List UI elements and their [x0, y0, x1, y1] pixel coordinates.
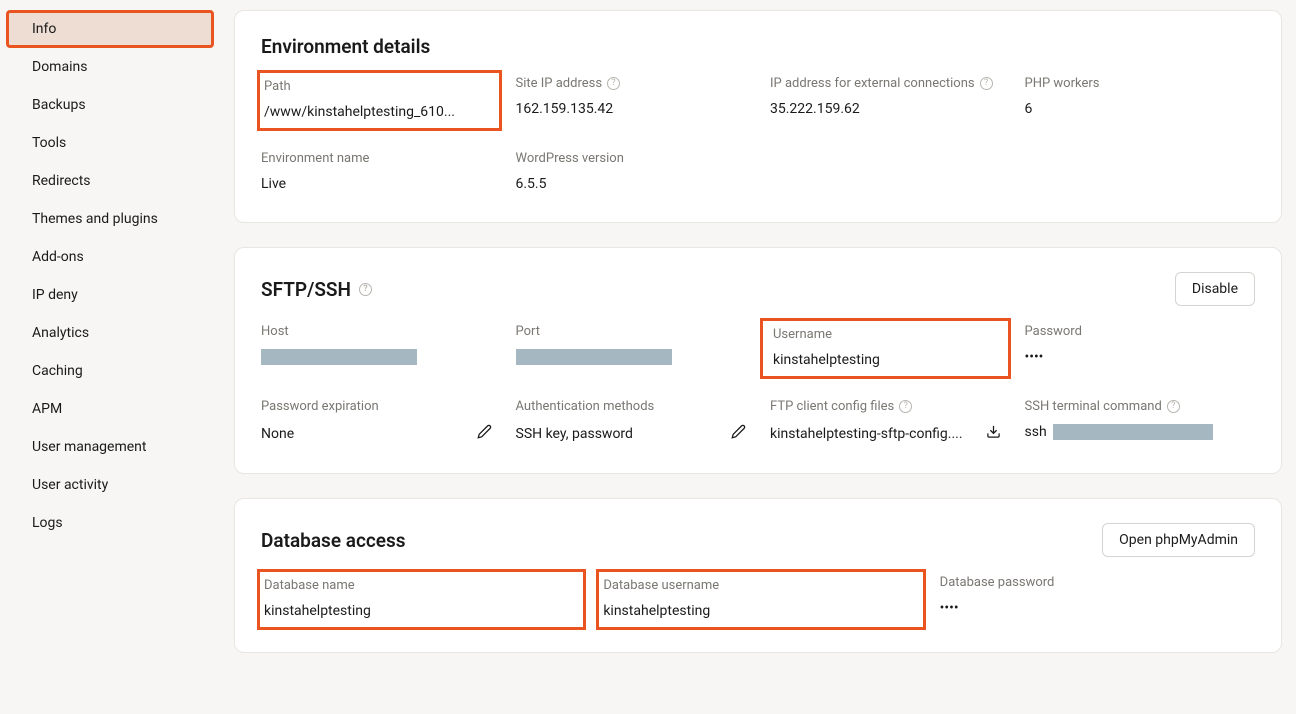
expiry-value: None: [261, 426, 294, 442]
main-content: Environment details Path /www/kinstahelp…: [220, 0, 1296, 714]
help-icon[interactable]: [980, 77, 993, 90]
env-name-label: Environment name: [261, 151, 492, 166]
open-phpmyadmin-button[interactable]: Open phpMyAdmin: [1102, 523, 1255, 557]
help-icon[interactable]: [899, 400, 912, 413]
port-label: Port: [516, 324, 747, 339]
path-label: Path: [264, 79, 489, 94]
field-php: PHP workers 6: [1025, 76, 1256, 123]
field-ssh-cmd: SSH terminal command ssh: [1025, 399, 1256, 443]
sidebar-item-analytics[interactable]: Analytics: [6, 314, 214, 352]
host-label: Host: [261, 324, 492, 339]
site-ip-value: 162.159.135.42: [516, 101, 747, 117]
help-icon[interactable]: [607, 77, 620, 90]
field-expiry: Password expiration None: [261, 399, 492, 443]
db-user-value: kinstahelptesting: [603, 603, 912, 619]
sidebar-item-domains[interactable]: Domains: [6, 48, 214, 86]
sftp-pass-label: Password: [1025, 324, 1256, 339]
sidebar-item-caching[interactable]: Caching: [6, 352, 214, 390]
field-db-user: Database username kinstahelptesting: [596, 569, 925, 630]
db-name-label: Database name: [264, 578, 573, 593]
db-pass-label: Database password: [940, 575, 1255, 590]
sidebar-item-themes[interactable]: Themes and plugins: [6, 200, 214, 238]
sftp-pass-value: ••••: [1025, 349, 1256, 365]
ext-ip-value: 35.222.159.62: [770, 101, 1001, 117]
field-path: Path /www/kinstahelptesting_610...: [257, 70, 502, 131]
download-icon[interactable]: [986, 424, 1001, 443]
sftp-title: SFTP/SSH: [261, 278, 372, 301]
ssh-value-redacted: [1053, 424, 1213, 440]
php-value: 6: [1025, 101, 1256, 117]
db-user-label: Database username: [603, 578, 912, 593]
sidebar-item-ipdeny[interactable]: IP deny: [6, 276, 214, 314]
sftp-user-value: kinstahelptesting: [773, 352, 998, 368]
field-sftp-username: Username kinstahelptesting: [760, 318, 1011, 379]
help-icon[interactable]: [359, 283, 372, 296]
field-ext-ip: IP address for external connections 35.2…: [770, 76, 1001, 123]
sidebar-item-addons[interactable]: Add-ons: [6, 238, 214, 276]
sidebar-item-apm[interactable]: APM: [6, 390, 214, 428]
host-value-redacted: [261, 349, 417, 365]
field-port: Port: [516, 324, 747, 371]
sidebar-item-useractivity[interactable]: User activity: [6, 466, 214, 504]
expiry-label: Password expiration: [261, 399, 492, 414]
help-icon[interactable]: [1167, 400, 1180, 413]
db-title: Database access: [261, 529, 406, 552]
wp-label: WordPress version: [516, 151, 747, 166]
sftp-user-label: Username: [773, 327, 998, 342]
sidebar-item-backups[interactable]: Backups: [6, 86, 214, 124]
env-title: Environment details: [261, 35, 430, 58]
wp-value: 6.5.5: [516, 176, 747, 192]
field-host: Host: [261, 324, 492, 371]
field-sftp-password: Password ••••: [1025, 324, 1256, 371]
auth-label: Authentication methods: [516, 399, 747, 414]
ssh-label: SSH terminal command: [1025, 399, 1162, 414]
sftp-ssh-card: SFTP/SSH Disable Host Port Username kins…: [234, 247, 1282, 474]
ftp-label: FTP client config files: [770, 399, 894, 414]
edit-icon[interactable]: [731, 424, 746, 443]
field-db-name: Database name kinstahelptesting: [257, 569, 586, 630]
field-db-pass: Database password ••••: [940, 575, 1255, 622]
sidebar-nav: Info Domains Backups Tools Redirects The…: [0, 0, 220, 714]
auth-value: SSH key, password: [516, 426, 633, 442]
site-ip-label: Site IP address: [516, 76, 603, 91]
sidebar-item-info[interactable]: Info: [6, 10, 214, 48]
env-name-value: Live: [261, 176, 492, 192]
field-ftp-config: FTP client config files kinstahelptestin…: [770, 399, 1001, 443]
ssh-prefix: ssh: [1025, 424, 1047, 440]
ext-ip-label: IP address for external connections: [770, 76, 975, 91]
sidebar-item-usermgmt[interactable]: User management: [6, 428, 214, 466]
environment-details-card: Environment details Path /www/kinstahelp…: [234, 10, 1282, 223]
database-access-card: Database access Open phpMyAdmin Database…: [234, 498, 1282, 653]
field-env-name: Environment name Live: [261, 151, 492, 192]
path-value: /www/kinstahelptesting_610...: [264, 104, 489, 120]
db-pass-value: ••••: [940, 600, 1255, 616]
field-site-ip: Site IP address 162.159.135.42: [516, 76, 747, 123]
disable-button[interactable]: Disable: [1175, 272, 1255, 306]
php-label: PHP workers: [1025, 76, 1256, 91]
field-wp-version: WordPress version 6.5.5: [516, 151, 747, 192]
edit-icon[interactable]: [477, 424, 492, 443]
sidebar-item-logs[interactable]: Logs: [6, 504, 214, 542]
ftp-value: kinstahelptesting-sftp-config....: [770, 426, 963, 442]
sidebar-item-tools[interactable]: Tools: [6, 124, 214, 162]
port-value-redacted: [516, 349, 672, 365]
sidebar-item-redirects[interactable]: Redirects: [6, 162, 214, 200]
field-auth: Authentication methods SSH key, password: [516, 399, 747, 443]
db-name-value: kinstahelptesting: [264, 603, 573, 619]
